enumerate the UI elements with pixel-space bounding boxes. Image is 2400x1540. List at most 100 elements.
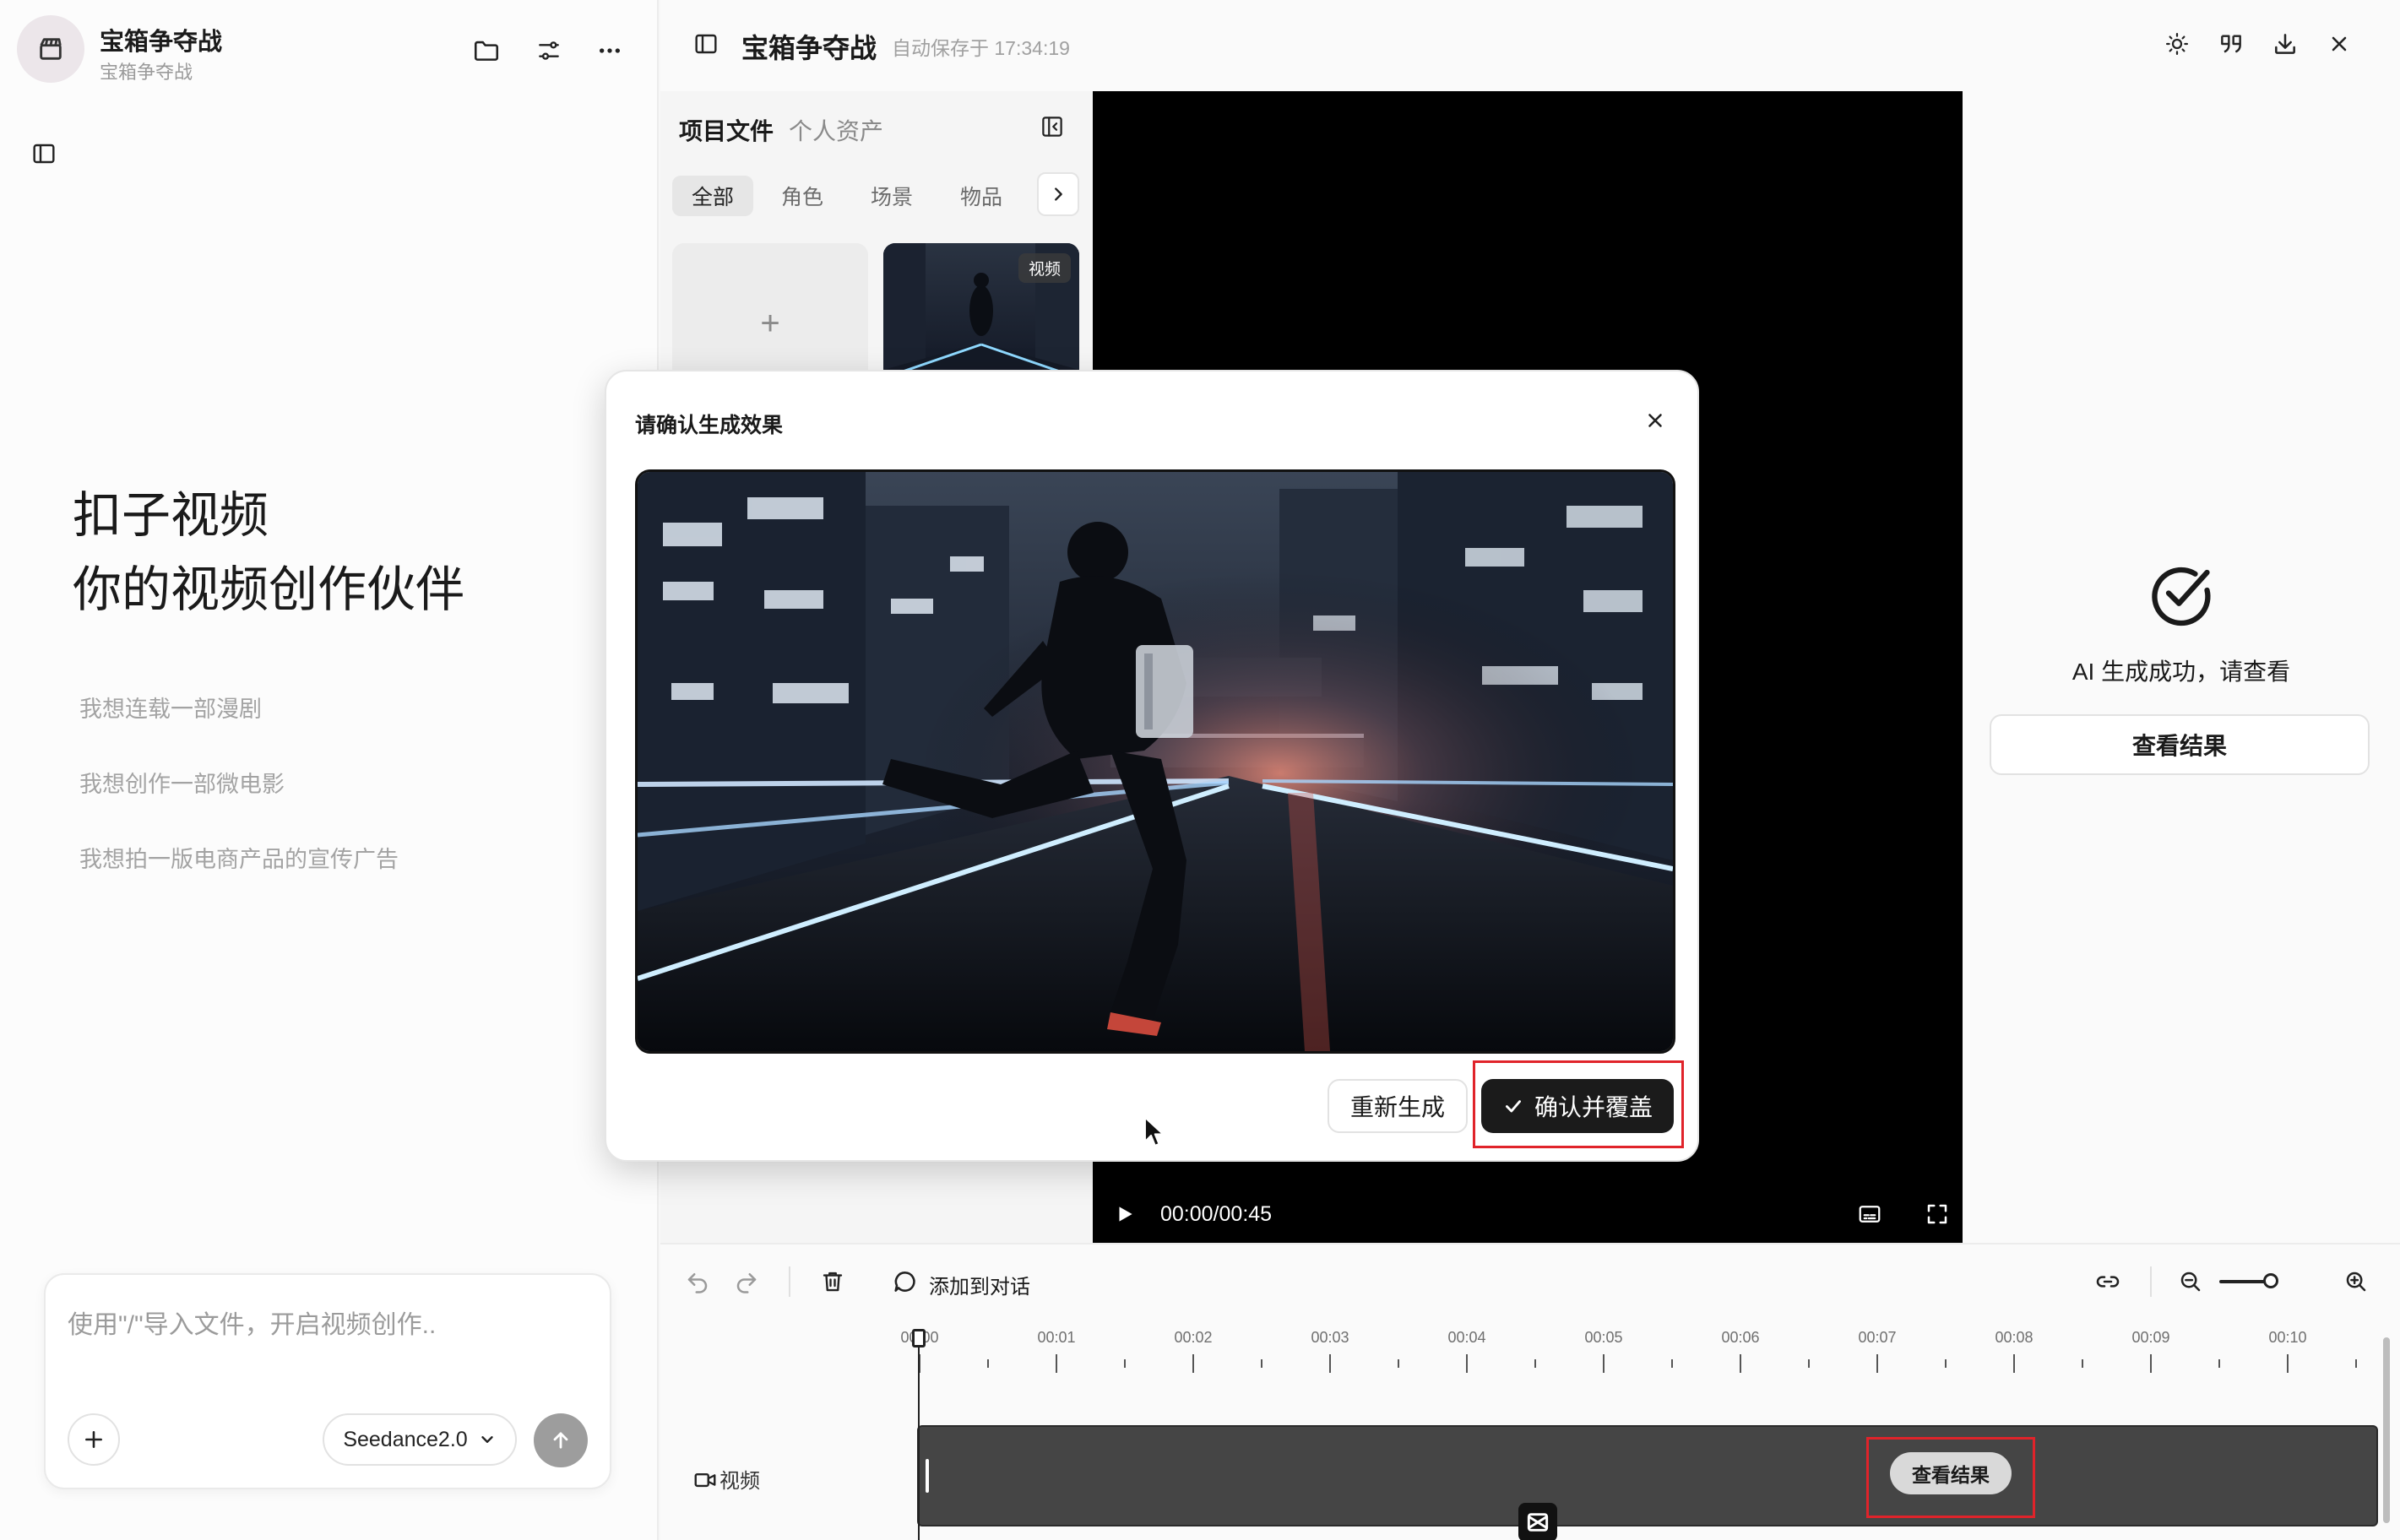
playhead-line — [918, 1348, 920, 1540]
adjust-button[interactable] — [532, 34, 566, 68]
add-to-chat-label[interactable]: 添加到对话 — [929, 1270, 1030, 1299]
plus-icon — [85, 1431, 102, 1448]
confirm-generation-dialog: 请确认生成效果 重新生成 确认并覆盖 — [605, 370, 1699, 1162]
arrow-up-icon — [553, 1432, 568, 1449]
capcut-logo — [1518, 1503, 1557, 1540]
hero-line-1: 扣子视频 — [73, 486, 269, 544]
close-icon — [1648, 414, 1662, 427]
ruler-tick — [2218, 1359, 2220, 1368]
add-to-chat-button[interactable] — [888, 1265, 922, 1299]
delete-button[interactable] — [816, 1265, 850, 1299]
success-message: AI 生成成功，请查看 — [2071, 659, 2291, 685]
ruler-label: 00:06 — [1721, 1329, 1760, 1346]
dialog-close-button[interactable] — [1640, 405, 1670, 436]
chat-sidebar: 宝箱争夺战 宝箱争夺战 扣子视频 你的视频创作伙伴 我想连载一部漫剧 我想创作一… — [0, 0, 659, 1540]
filter-character[interactable]: 角色 — [762, 176, 843, 216]
result-panel: AI 生成成功，请查看 查看结果 — [1963, 91, 2400, 1243]
zoom-in-button[interactable] — [2339, 1265, 2373, 1299]
play-button[interactable] — [1108, 1197, 1142, 1231]
editor-topbar: 宝箱争夺战 自动保存于 17:34:19 — [660, 0, 2400, 91]
more-dots-icon — [600, 48, 620, 53]
preview-image — [638, 472, 1673, 1051]
filter-scene[interactable]: 场景 — [851, 176, 932, 216]
more-button[interactable] — [593, 34, 627, 68]
close-icon — [2332, 36, 2347, 52]
prompt-input[interactable] — [68, 1300, 591, 1351]
toggle-sidebar-button[interactable] — [25, 135, 62, 172]
ruler-tick — [1534, 1359, 1536, 1368]
video-track-clip[interactable] — [917, 1425, 2378, 1526]
autosave-status: 自动保存于 17:34:19 — [892, 37, 1070, 59]
generated-video-preview[interactable] — [635, 469, 1675, 1054]
ruler-tick — [1466, 1354, 1468, 1373]
zoom-slider-handle[interactable] — [2263, 1273, 2278, 1288]
link-button[interactable] — [2091, 1265, 2125, 1299]
attach-button[interactable] — [68, 1413, 120, 1466]
theme-button[interactable] — [2160, 27, 2194, 61]
ruler-label: 00:04 — [1447, 1329, 1486, 1346]
tab-project-files[interactable]: 项目文件 — [679, 113, 774, 147]
fullscreen-button[interactable] — [1920, 1197, 1954, 1231]
playhead-handle[interactable] — [912, 1329, 926, 1348]
asset-type-badge: 视频 — [1018, 253, 1071, 283]
model-select-label: Seedance2.0 — [343, 1427, 468, 1451]
folder-button[interactable] — [470, 34, 503, 68]
download-button[interactable] — [2268, 27, 2302, 61]
undo-button[interactable] — [681, 1265, 714, 1299]
hero-title: 扣子视频 你的视频创作伙伴 — [73, 478, 464, 626]
chevron-right-icon — [1055, 187, 1062, 201]
fullscreen-icon — [1927, 1204, 1947, 1224]
ruler-tick — [987, 1359, 989, 1368]
ruler-label: 00:03 — [1311, 1329, 1349, 1346]
redo-button[interactable] — [730, 1265, 763, 1299]
suggestion-item[interactable]: 我想连载一部漫剧 — [79, 691, 262, 724]
ruler-tick — [1192, 1354, 1194, 1373]
ruler-label: 00:05 — [1584, 1329, 1623, 1346]
toggle-panel-button[interactable] — [689, 27, 723, 61]
view-result-button[interactable]: 查看结果 — [1990, 714, 2370, 775]
collapse-assets-button[interactable] — [1035, 110, 1069, 144]
ruler-tick — [1740, 1354, 1741, 1373]
project-subtitle: 宝箱争夺战 — [100, 62, 193, 83]
timeline-panel: 添加到对话 00:00 00:01 00:02 00:03 00:04 00:0… — [660, 1243, 2400, 1540]
suggestion-item[interactable]: 我想创作一部微电影 — [79, 766, 285, 799]
filter-item[interactable]: 物品 — [941, 176, 1022, 216]
ruler-tick — [1261, 1359, 1262, 1368]
suggestion-item[interactable]: 我想拍一版电商产品的宣传广告 — [79, 841, 399, 874]
undo-icon — [687, 1273, 708, 1293]
document-title: 宝箱争夺战 — [741, 33, 877, 63]
ruler-label: 00:09 — [2131, 1329, 2170, 1346]
regenerate-button[interactable]: 重新生成 — [1328, 1079, 1468, 1133]
ruler-tick — [2082, 1359, 2083, 1368]
ruler-label: 00:08 — [1995, 1329, 2033, 1346]
ruler-tick — [1876, 1354, 1878, 1373]
project-avatar[interactable] — [17, 15, 84, 83]
send-button[interactable] — [534, 1413, 588, 1467]
model-select[interactable]: Seedance2.0 — [323, 1413, 517, 1466]
playback-time: 00:00/00:45 — [1160, 1202, 1273, 1226]
video-camera-icon — [694, 1472, 716, 1488]
timeline-scrollbar[interactable] — [2383, 1337, 2390, 1523]
ruler-tick — [1945, 1359, 1947, 1368]
folder-icon — [474, 41, 499, 61]
download-icon — [2275, 34, 2295, 54]
ruler-label: 00:10 — [2268, 1329, 2307, 1346]
ruler-label: 00:07 — [1858, 1329, 1897, 1346]
close-editor-button[interactable] — [2322, 27, 2356, 61]
highlight-confirm-button — [1473, 1060, 1684, 1148]
link-icon — [2096, 1276, 2120, 1288]
highlight-track-button — [1866, 1437, 2035, 1518]
ruler-tick — [1056, 1354, 1057, 1373]
tab-personal-assets[interactable]: 个人资产 — [789, 113, 883, 147]
subtitles-button[interactable] — [1853, 1197, 1887, 1231]
trash-icon — [823, 1272, 843, 1292]
sun-icon — [2166, 33, 2188, 55]
ruler-label: 00:01 — [1037, 1329, 1076, 1346]
filter-all[interactable]: 全部 — [672, 176, 753, 216]
sliders-icon — [539, 41, 559, 60]
quote-button[interactable] — [2214, 27, 2248, 61]
zoom-out-button[interactable] — [2174, 1265, 2207, 1299]
filter-next-button[interactable] — [1037, 172, 1079, 216]
clip-trim-handle[interactable] — [926, 1459, 929, 1493]
zoom-in-icon — [2346, 1272, 2366, 1292]
